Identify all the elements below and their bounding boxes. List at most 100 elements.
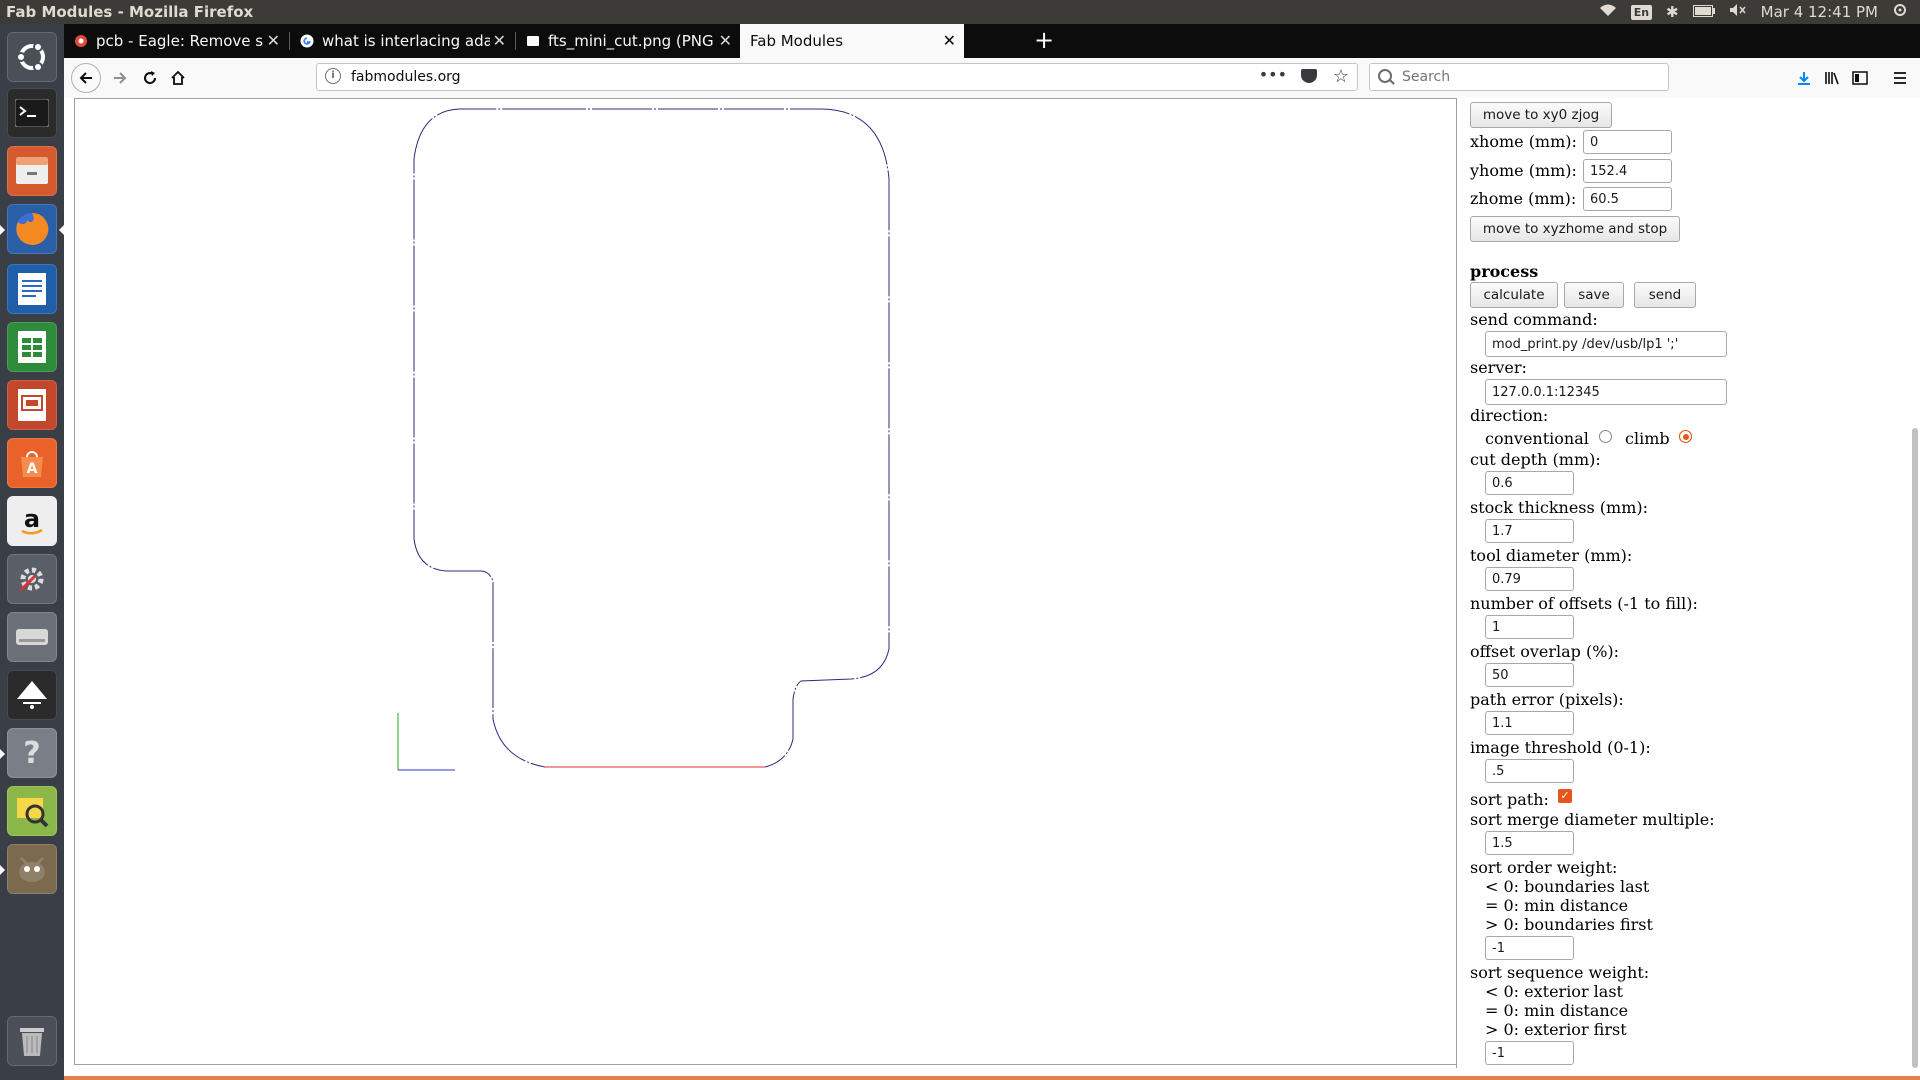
browser-navigation-bar: i fabmodules.org ••• ☆ bbox=[64, 58, 1920, 99]
close-tab-icon[interactable]: ✕ bbox=[493, 31, 506, 50]
help-icon[interactable]: ? bbox=[7, 728, 57, 778]
trash-icon[interactable] bbox=[7, 1016, 57, 1066]
site-info-icon[interactable]: i bbox=[325, 68, 341, 84]
page-actions-icon[interactable]: ••• bbox=[1259, 65, 1287, 84]
offsets-label: number of offsets (-1 to fill): bbox=[1470, 594, 1698, 613]
search-input[interactable] bbox=[1400, 68, 1654, 86]
send-button[interactable]: send bbox=[1634, 282, 1696, 308]
home-icon[interactable] bbox=[166, 66, 190, 90]
server-label: server: bbox=[1470, 358, 1527, 377]
wifi-icon[interactable] bbox=[1599, 3, 1617, 21]
sort-merge-input[interactable] bbox=[1485, 831, 1574, 855]
bluetooth-icon[interactable]: ✱ bbox=[1666, 3, 1679, 21]
close-tab-icon[interactable]: ✕ bbox=[267, 31, 280, 50]
search-box[interactable] bbox=[1369, 63, 1669, 91]
toolpath-canvas[interactable] bbox=[74, 98, 1457, 1065]
sort-order-hint-2: = 0: min distance bbox=[1485, 896, 1629, 915]
move-xy0-zjog-button[interactable]: move to xy0 zjog bbox=[1470, 102, 1612, 128]
tab-title: fts_mini_cut.png (PNG I bbox=[548, 32, 716, 50]
stock-thickness-input[interactable] bbox=[1485, 519, 1574, 543]
sort-path-checkbox[interactable]: ✓ bbox=[1558, 789, 1572, 803]
xhome-input[interactable] bbox=[1583, 130, 1672, 154]
sort-path-label: sort path: bbox=[1470, 790, 1549, 809]
terminal-icon[interactable] bbox=[7, 88, 57, 138]
conventional-radio[interactable] bbox=[1599, 430, 1612, 443]
tab-title: pcb - Eagle: Remove som bbox=[96, 32, 264, 50]
cut-depth-input[interactable] bbox=[1485, 471, 1574, 495]
new-tab-icon[interactable]: + bbox=[1034, 26, 1054, 54]
libreoffice-calc-icon[interactable] bbox=[7, 322, 57, 372]
tab-fab-modules[interactable]: Fab Modules ✕ bbox=[740, 24, 964, 58]
clock[interactable]: Mar 4 12:41 PM bbox=[1761, 3, 1878, 21]
sort-order-hint-3: > 0: boundaries first bbox=[1485, 915, 1653, 934]
gimp-icon[interactable] bbox=[7, 844, 57, 894]
offset-overlap-input[interactable] bbox=[1485, 663, 1574, 687]
move-xyzhome-stop-button[interactable]: move to xyzhome and stop bbox=[1470, 216, 1680, 242]
server-input[interactable] bbox=[1485, 379, 1727, 405]
battery-icon[interactable] bbox=[1692, 3, 1715, 21]
library-icon[interactable] bbox=[1820, 66, 1844, 90]
sidebar-icon[interactable] bbox=[1848, 66, 1872, 90]
search-icon bbox=[1378, 69, 1392, 83]
xhome-label: xhome (mm): bbox=[1470, 132, 1577, 151]
offset-overlap-label: offset overlap (%): bbox=[1470, 642, 1620, 661]
back-icon[interactable] bbox=[71, 63, 101, 93]
tab-interlacing[interactable]: what is interlacing adam ✕ bbox=[290, 24, 514, 58]
bookmark-star-icon[interactable]: ☆ bbox=[1333, 66, 1349, 87]
keyboard-language-indicator[interactable]: En bbox=[1630, 4, 1653, 20]
libreoffice-impress-icon[interactable] bbox=[7, 380, 57, 430]
pocket-icon[interactable] bbox=[1301, 69, 1317, 83]
page-scrollbar[interactable] bbox=[1912, 428, 1918, 1068]
sort-order-input[interactable] bbox=[1485, 936, 1574, 960]
sort-sequence-hint-2: = 0: min distance bbox=[1485, 1001, 1629, 1020]
downloads-icon[interactable] bbox=[1792, 66, 1816, 90]
close-tab-icon[interactable]: ✕ bbox=[719, 31, 732, 50]
yhome-input[interactable] bbox=[1583, 159, 1672, 183]
image-viewer-icon[interactable] bbox=[7, 786, 57, 836]
path-error-label: path error (pixels): bbox=[1470, 690, 1624, 709]
image-threshold-input[interactable] bbox=[1485, 759, 1574, 783]
eagle-favicon-icon bbox=[74, 34, 88, 48]
reload-icon[interactable] bbox=[138, 66, 162, 90]
hamburger-menu-icon[interactable] bbox=[1888, 66, 1912, 90]
image-favicon-icon bbox=[526, 34, 540, 48]
libreoffice-writer-icon[interactable] bbox=[7, 264, 57, 314]
inkscape-icon[interactable] bbox=[7, 670, 57, 720]
disks-icon[interactable] bbox=[7, 612, 57, 662]
sort-merge-label: sort merge diameter multiple: bbox=[1470, 810, 1715, 829]
toolpath-preview bbox=[397, 108, 890, 771]
conventional-label: conventional bbox=[1485, 429, 1589, 448]
offsets-input[interactable] bbox=[1485, 615, 1574, 639]
volume-muted-icon[interactable] bbox=[1729, 3, 1747, 21]
amazon-icon[interactable]: a bbox=[7, 496, 57, 546]
running-indicator-icon bbox=[0, 865, 5, 875]
running-indicator-icon bbox=[0, 225, 5, 235]
sort-order-label: sort order weight: bbox=[1470, 858, 1618, 877]
close-tab-icon[interactable]: ✕ bbox=[943, 31, 956, 50]
climb-radio[interactable] bbox=[1679, 430, 1692, 443]
tab-title: Fab Modules bbox=[750, 32, 844, 50]
tab-fts-mini-cut[interactable]: fts_mini_cut.png (PNG I ✕ bbox=[516, 24, 740, 58]
page-content: move to xy0 zjog xhome (mm): yhome (mm):… bbox=[64, 98, 1920, 1080]
send-command-input[interactable] bbox=[1485, 331, 1727, 357]
process-heading: process bbox=[1470, 262, 1539, 281]
zhome-input[interactable] bbox=[1583, 187, 1672, 211]
sort-sequence-input[interactable] bbox=[1485, 1041, 1574, 1065]
calculate-button[interactable]: calculate bbox=[1470, 282, 1558, 308]
tab-eagle[interactable]: pcb - Eagle: Remove som ✕ bbox=[64, 24, 288, 58]
ubuntu-dash-icon[interactable] bbox=[7, 32, 57, 82]
direction-label: direction: bbox=[1470, 406, 1549, 425]
ubuntu-software-icon[interactable]: A bbox=[7, 438, 57, 488]
save-button[interactable]: save bbox=[1564, 282, 1624, 308]
path-error-input[interactable] bbox=[1485, 711, 1574, 735]
firefox-icon[interactable] bbox=[7, 204, 57, 254]
url-bar[interactable]: i fabmodules.org ••• ☆ bbox=[316, 63, 1358, 91]
files-icon[interactable] bbox=[7, 146, 57, 196]
power-gear-icon[interactable] bbox=[1892, 2, 1908, 22]
tool-diameter-input[interactable] bbox=[1485, 567, 1574, 591]
system-settings-icon[interactable] bbox=[7, 554, 57, 604]
url-text[interactable]: fabmodules.org bbox=[351, 69, 461, 85]
sort-order-hint-1: < 0: boundaries last bbox=[1485, 877, 1650, 896]
google-favicon-icon bbox=[300, 34, 314, 48]
forward-icon[interactable] bbox=[108, 66, 132, 90]
